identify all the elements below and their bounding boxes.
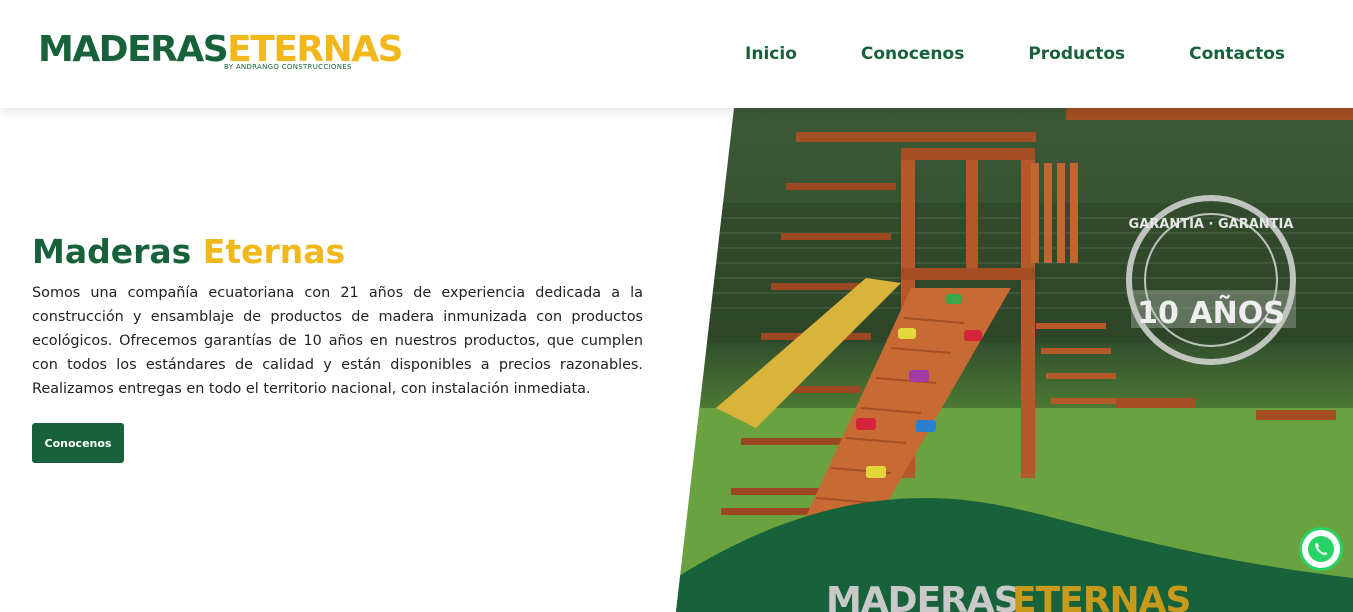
nav-item-inicio[interactable]: Inicio [745, 44, 797, 64]
badge-main-text: 10 AÑOS [1137, 294, 1285, 331]
hero-image-logo-part-2: ETERNAS [1012, 580, 1190, 612]
logo-part-1: MADERAS [38, 29, 229, 70]
hero-description: Somos una compañía ecuatoriana con 21 añ… [32, 285, 643, 397]
logo-tagline: BY ANDRANGO CONSTRUCCIONES [224, 63, 352, 71]
badge-ring-text: GARANTIA · GARANTIA [1129, 217, 1294, 232]
conocenos-button[interactable]: Conocenos [32, 423, 124, 463]
whatsapp-button[interactable] [1299, 527, 1343, 571]
hero-title-part-1: Maderas [32, 232, 203, 271]
brand-logo[interactable]: MADERASETERNAS BY ANDRANGO CONSTRUCCIONE… [38, 29, 404, 76]
whatsapp-icon [1308, 536, 1334, 562]
hero-title: Maderas Eternas [32, 232, 345, 271]
hero-image: GARANTIA · GARANTIA 10 AÑOS MADERAS ETER… [676, 108, 1353, 612]
hero-image-logo-part-1: MADERAS [826, 580, 1019, 612]
main-nav: Inicio Conocenos Productos Contactos [745, 44, 1285, 64]
hero-title-part-2: Eternas [202, 232, 346, 271]
nav-item-contactos[interactable]: Contactos [1189, 44, 1285, 64]
nav-item-productos[interactable]: Productos [1028, 44, 1125, 64]
site-header: MADERASETERNAS BY ANDRANGO CONSTRUCCIONE… [0, 0, 1353, 108]
nav-item-conocenos[interactable]: Conocenos [861, 44, 964, 64]
